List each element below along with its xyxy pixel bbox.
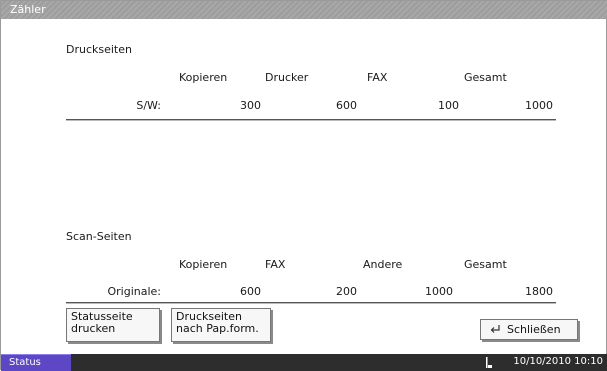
status-label: Status xyxy=(9,357,41,368)
close-label: Schließen xyxy=(507,323,561,336)
scan-header-fax: FAX xyxy=(265,258,286,271)
window-title: Zähler xyxy=(10,3,46,16)
scan-header-copy: Kopieren xyxy=(179,258,228,271)
scan-value-total: 1800 xyxy=(525,285,553,298)
print-header-copy: Kopieren xyxy=(179,71,228,84)
status-bar: Status 10/10/2010 10:10 xyxy=(1,354,607,371)
print-pages-title: Druckseiten xyxy=(66,43,132,56)
scan-row-label: Originale: xyxy=(107,285,161,298)
scan-divider xyxy=(66,302,556,304)
scan-value-other: 1000 xyxy=(425,285,453,298)
pages-by-paper-size-label-2: nach Pap.form. xyxy=(176,322,259,335)
printer-status-icon xyxy=(486,357,492,368)
scan-value-fax: 200 xyxy=(336,285,357,298)
print-value-total: 1000 xyxy=(525,99,553,112)
print-header-fax: FAX xyxy=(367,71,388,84)
scan-value-copy: 600 xyxy=(240,285,261,298)
counter-screen: Zähler Druckseiten Kopieren Drucker FAX … xyxy=(0,0,607,371)
status-button[interactable]: Status xyxy=(1,354,71,371)
scan-pages-title: Scan-Seiten xyxy=(66,230,132,243)
print-value-copy: 300 xyxy=(240,99,261,112)
print-row-label: S/W: xyxy=(136,99,161,112)
print-header-printer: Drucker xyxy=(265,71,309,84)
print-value-printer: 600 xyxy=(336,99,357,112)
enter-return-icon xyxy=(490,325,500,333)
scan-header-other: Andere xyxy=(363,258,403,271)
print-status-page-button[interactable]: Statusseite drucken xyxy=(66,308,160,342)
datetime-display: 10/10/2010 10:10 xyxy=(513,356,603,367)
scan-header-total: Gesamt xyxy=(464,258,507,271)
pages-by-paper-size-button[interactable]: Druckseiten nach Pap.form. xyxy=(171,308,271,342)
close-button[interactable]: Schließen xyxy=(480,319,578,340)
print-divider xyxy=(66,119,556,121)
print-status-page-label-2: drucken xyxy=(71,322,116,335)
print-header-total: Gesamt xyxy=(464,71,507,84)
print-value-fax: 100 xyxy=(438,99,459,112)
title-bar: Zähler xyxy=(1,1,607,19)
